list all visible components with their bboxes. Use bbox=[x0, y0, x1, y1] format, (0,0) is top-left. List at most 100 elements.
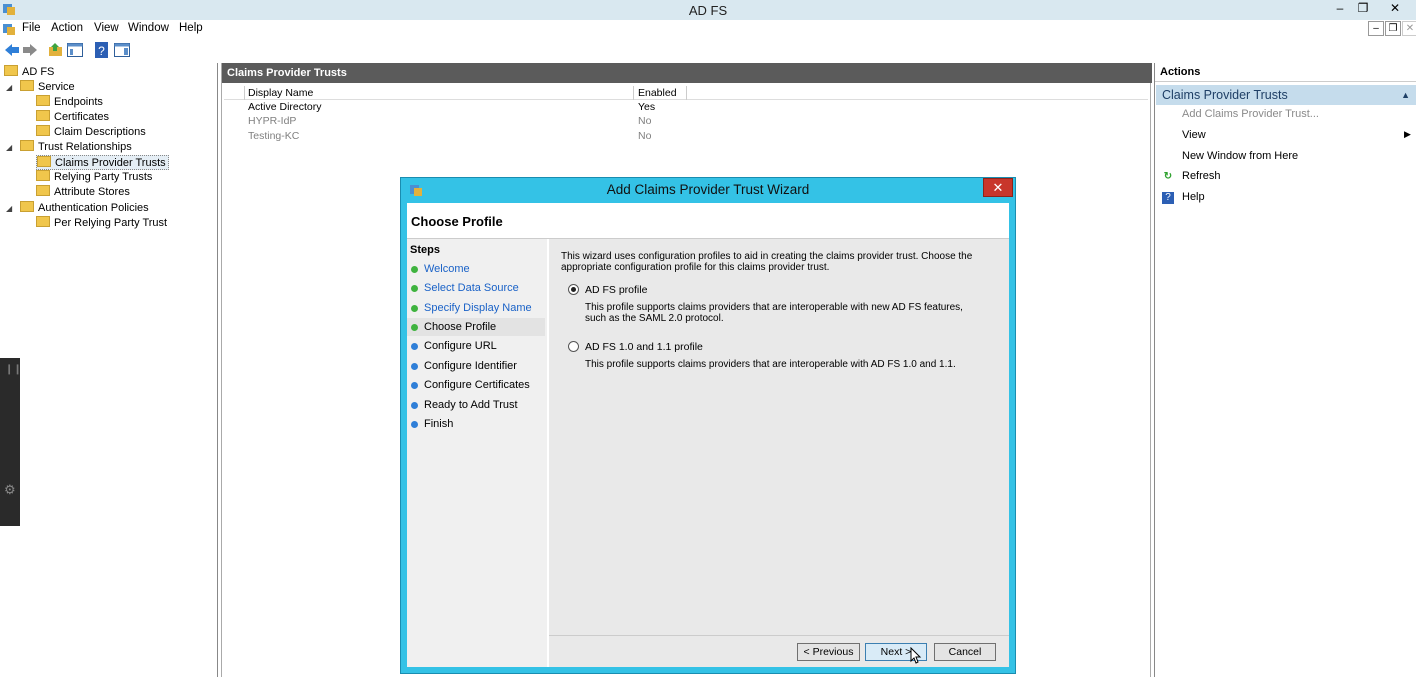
tree-node-trust-relationships[interactable]: ◢ Trust Relationships bbox=[6, 140, 132, 155]
step-select-data-source[interactable]: Select Data Source bbox=[407, 279, 545, 297]
row-enabled: Yes bbox=[638, 101, 656, 113]
folder-icon bbox=[37, 156, 51, 167]
step-finish: Finish bbox=[407, 415, 545, 433]
radio-label-adfs-profile[interactable]: AD FS profile bbox=[585, 284, 647, 296]
action-refresh[interactable]: Refresh bbox=[1182, 170, 1221, 182]
step-label: Specify Display Name bbox=[424, 302, 532, 314]
tree-node-certificates[interactable]: Certificates bbox=[36, 110, 109, 125]
step-label: Choose Profile bbox=[424, 321, 497, 333]
step-label: Configure Identifier bbox=[424, 360, 517, 372]
step-label: Welcome bbox=[424, 263, 470, 275]
collapse-arrow-icon[interactable]: ▲ bbox=[1401, 85, 1410, 105]
button-bar: < Previous Next > Cancel bbox=[549, 635, 1009, 667]
column-header-enabled[interactable]: Enabled bbox=[638, 87, 677, 99]
title-bar: AD FS – ❐ ✕ bbox=[0, 0, 1416, 20]
tree-node-adfs[interactable]: AD FS bbox=[4, 65, 54, 80]
back-arrow-icon[interactable] bbox=[3, 41, 21, 59]
steps-header: Steps bbox=[410, 244, 440, 256]
menu-view[interactable]: View bbox=[94, 22, 119, 34]
tree-node-service[interactable]: ◢ Service bbox=[6, 80, 75, 95]
action-help[interactable]: Help bbox=[1182, 191, 1205, 203]
mdi-minimize-button[interactable]: – bbox=[1368, 21, 1384, 36]
close-icon: ✕ bbox=[992, 180, 1004, 195]
table-row[interactable]: HYPR-IdP No bbox=[224, 115, 1148, 129]
close-button[interactable]: ✕ bbox=[1380, 0, 1410, 18]
forward-arrow-icon[interactable] bbox=[21, 41, 39, 59]
restore-button[interactable]: ❐ bbox=[1349, 0, 1377, 18]
previous-button[interactable]: < Previous bbox=[797, 643, 860, 661]
tree-label: Per Relying Party Trust bbox=[54, 217, 168, 229]
table-row[interactable]: Testing-KC No bbox=[224, 130, 1148, 144]
column-separator[interactable] bbox=[633, 86, 634, 100]
row-enabled: No bbox=[638, 115, 652, 127]
svg-text:?: ? bbox=[98, 44, 105, 58]
tree-node-relying-party-trusts[interactable]: Relying Party Trusts bbox=[36, 170, 152, 185]
cancel-button[interactable]: Cancel bbox=[934, 643, 996, 661]
mouse-cursor-icon bbox=[910, 647, 922, 664]
column-separator[interactable] bbox=[686, 86, 687, 100]
tree-node-claim-descriptions[interactable]: Claim Descriptions bbox=[36, 125, 146, 140]
tree-node-claims-provider-trusts[interactable]: Claims Provider Trusts bbox=[36, 155, 169, 170]
dialog-close-button[interactable]: ✕ bbox=[983, 178, 1013, 197]
folder-icon bbox=[4, 65, 18, 76]
radio-adfs-1-profile[interactable] bbox=[568, 341, 579, 352]
step-configure-certificates: Configure Certificates bbox=[407, 376, 545, 394]
refresh-icon: ↻ bbox=[1163, 171, 1173, 182]
radio-adfs-profile[interactable] bbox=[568, 284, 579, 295]
step-label: Finish bbox=[424, 418, 454, 430]
results-pane-title: Claims Provider Trusts bbox=[222, 63, 1152, 83]
pause-icon[interactable]: ❙❙ bbox=[5, 364, 22, 375]
toolbar: ? bbox=[0, 39, 1416, 61]
mdi-close-button[interactable]: ✕ bbox=[1402, 21, 1416, 36]
radio-label-adfs-1-profile[interactable]: AD FS 1.0 and 1.1 profile bbox=[585, 341, 703, 353]
step-label: Ready to Add Trust bbox=[424, 399, 518, 411]
step-welcome[interactable]: Welcome bbox=[407, 260, 545, 278]
help-icon[interactable]: ? bbox=[93, 41, 111, 59]
tree-node-endpoints[interactable]: Endpoints bbox=[36, 95, 103, 110]
column-separator[interactable] bbox=[244, 86, 245, 100]
menu-window[interactable]: Window bbox=[128, 22, 169, 34]
tree-node-attribute-stores[interactable]: Attribute Stores bbox=[36, 185, 130, 200]
gear-icon[interactable]: ⚙ bbox=[4, 482, 16, 498]
show-hide-tree-icon[interactable] bbox=[66, 41, 84, 59]
step-specify-display-name[interactable]: Specify Display Name bbox=[407, 299, 545, 317]
row-display-name: Active Directory bbox=[248, 101, 322, 113]
step-choose-profile: Choose Profile bbox=[407, 318, 545, 336]
action-add-claims-provider-trust[interactable]: Add Claims Provider Trust... bbox=[1182, 108, 1319, 120]
step-configure-identifier: Configure Identifier bbox=[407, 357, 545, 375]
mmc-menu-icon[interactable] bbox=[2, 22, 16, 36]
row-enabled: No bbox=[638, 130, 652, 142]
action-new-window-from-here[interactable]: New Window from Here bbox=[1182, 150, 1298, 162]
submenu-arrow-icon: ▶ bbox=[1404, 129, 1411, 139]
show-action-pane-icon[interactable] bbox=[113, 41, 131, 59]
folder-icon bbox=[20, 80, 34, 91]
folder-icon bbox=[36, 170, 50, 181]
column-header-display-name[interactable]: Display Name bbox=[248, 87, 313, 99]
step-complete-dot-icon bbox=[411, 266, 418, 273]
menu-file[interactable]: File bbox=[22, 22, 41, 34]
folder-icon bbox=[36, 125, 50, 136]
actions-section-claims-provider-trusts[interactable]: Claims Provider Trusts ▲ bbox=[1156, 85, 1416, 105]
folder-icon bbox=[20, 140, 34, 151]
help-icon: ? bbox=[1162, 192, 1174, 204]
window-title: AD FS bbox=[688, 3, 728, 18]
page-title: Choose Profile bbox=[411, 214, 503, 229]
mdi-restore-button[interactable]: ❐ bbox=[1385, 21, 1401, 36]
page-header: Choose Profile bbox=[407, 203, 1009, 239]
tree-label: Claims Provider Trusts bbox=[55, 157, 166, 169]
step-pending-dot-icon bbox=[411, 402, 418, 409]
step-label: Configure Certificates bbox=[424, 379, 530, 391]
tree-node-per-relying-party-trust[interactable]: Per Relying Party Trust bbox=[36, 216, 167, 231]
tree-node-authentication-policies[interactable]: ◢ Authentication Policies bbox=[6, 201, 149, 216]
up-one-level-icon[interactable] bbox=[47, 41, 65, 59]
dialog-body: Choose Profile Steps Welcome Select Data… bbox=[407, 203, 1009, 667]
step-complete-dot-icon bbox=[411, 305, 418, 312]
collapse-arrow-icon[interactable]: ◢ bbox=[6, 140, 12, 155]
collapse-arrow-icon[interactable]: ◢ bbox=[6, 80, 12, 95]
menu-action[interactable]: Action bbox=[51, 22, 83, 34]
action-view[interactable]: View bbox=[1182, 129, 1206, 141]
table-row[interactable]: Active Directory Yes bbox=[224, 101, 1148, 115]
menu-help[interactable]: Help bbox=[179, 22, 203, 34]
collapse-arrow-icon[interactable]: ◢ bbox=[6, 201, 12, 216]
step-pending-dot-icon bbox=[411, 382, 418, 389]
